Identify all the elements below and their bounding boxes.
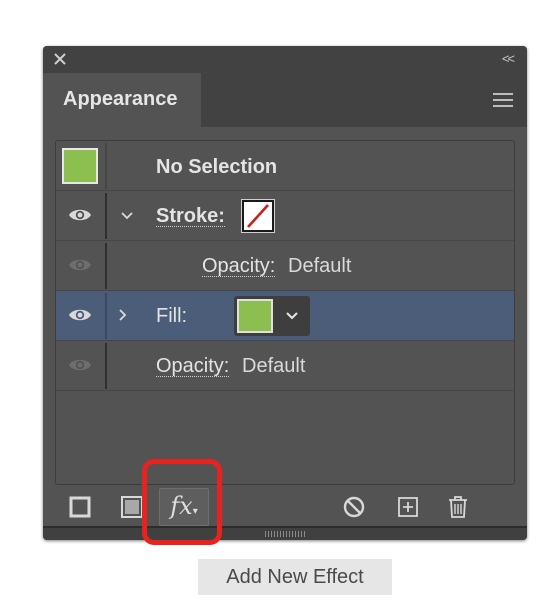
row-divider — [105, 243, 107, 289]
list-item-stroke[interactable]: Stroke: — [56, 191, 514, 241]
list-item-no-selection[interactable]: No Selection — [56, 141, 514, 191]
clear-appearance-icon[interactable] — [341, 494, 367, 520]
fill-label[interactable]: Fill: — [156, 306, 187, 326]
list-item-fill[interactable]: Fill: — [56, 291, 514, 341]
selection-swatch — [62, 148, 98, 184]
opacity-value: Default — [288, 255, 352, 277]
panel-tabbar: Appearance — [43, 73, 527, 127]
list-item-opacity[interactable]: Opacity: Default — [56, 341, 514, 391]
collapse-panel-icon[interactable]: << — [502, 52, 515, 66]
appearance-list: No Selection Stroke: Opacity: Default Fi… — [55, 140, 515, 485]
appearance-panel: << Appearance No Selection Stroke: Opaci… — [43, 46, 527, 540]
selection-label: No Selection — [156, 156, 278, 178]
duplicate-item-icon[interactable] — [395, 494, 421, 520]
close-icon[interactable] — [53, 52, 67, 66]
fill-swatch-dropdown[interactable] — [234, 296, 310, 336]
chevron-down-icon[interactable] — [120, 209, 134, 223]
panel-titlebar: << — [43, 46, 527, 73]
eye-icon[interactable] — [68, 307, 92, 323]
fx-button-highlight — [142, 459, 222, 545]
chevron-down-icon[interactable] — [284, 309, 300, 323]
fill-color-swatch[interactable] — [237, 299, 273, 333]
resize-grip-icon[interactable] — [265, 531, 305, 537]
stroke-none-swatch[interactable] — [241, 199, 275, 233]
chevron-right-icon[interactable] — [116, 308, 130, 322]
tab-appearance[interactable]: Appearance — [43, 73, 201, 127]
delete-icon[interactable] — [445, 494, 471, 520]
eye-icon[interactable] — [68, 207, 92, 223]
row-divider — [105, 143, 107, 189]
eye-icon-dim[interactable] — [68, 357, 92, 373]
opacity-value: Default — [242, 355, 306, 377]
opacity-label[interactable]: Opacity: — [156, 356, 230, 377]
row-divider — [105, 293, 107, 339]
add-new-stroke-icon[interactable] — [67, 494, 93, 520]
stroke-label[interactable]: Stroke: — [156, 206, 225, 227]
row-divider — [105, 193, 107, 239]
hamburger-menu-icon[interactable] — [493, 93, 513, 107]
list-item-stroke-opacity[interactable]: Opacity: Default — [56, 241, 514, 291]
eye-icon-dim[interactable] — [68, 257, 92, 273]
resize-strip[interactable] — [43, 526, 527, 540]
opacity-label[interactable]: Opacity: — [202, 256, 276, 277]
row-divider — [105, 343, 107, 389]
panel-toolbar: fx▾ — [43, 486, 527, 530]
tooltip: Add New Effect — [198, 559, 392, 595]
